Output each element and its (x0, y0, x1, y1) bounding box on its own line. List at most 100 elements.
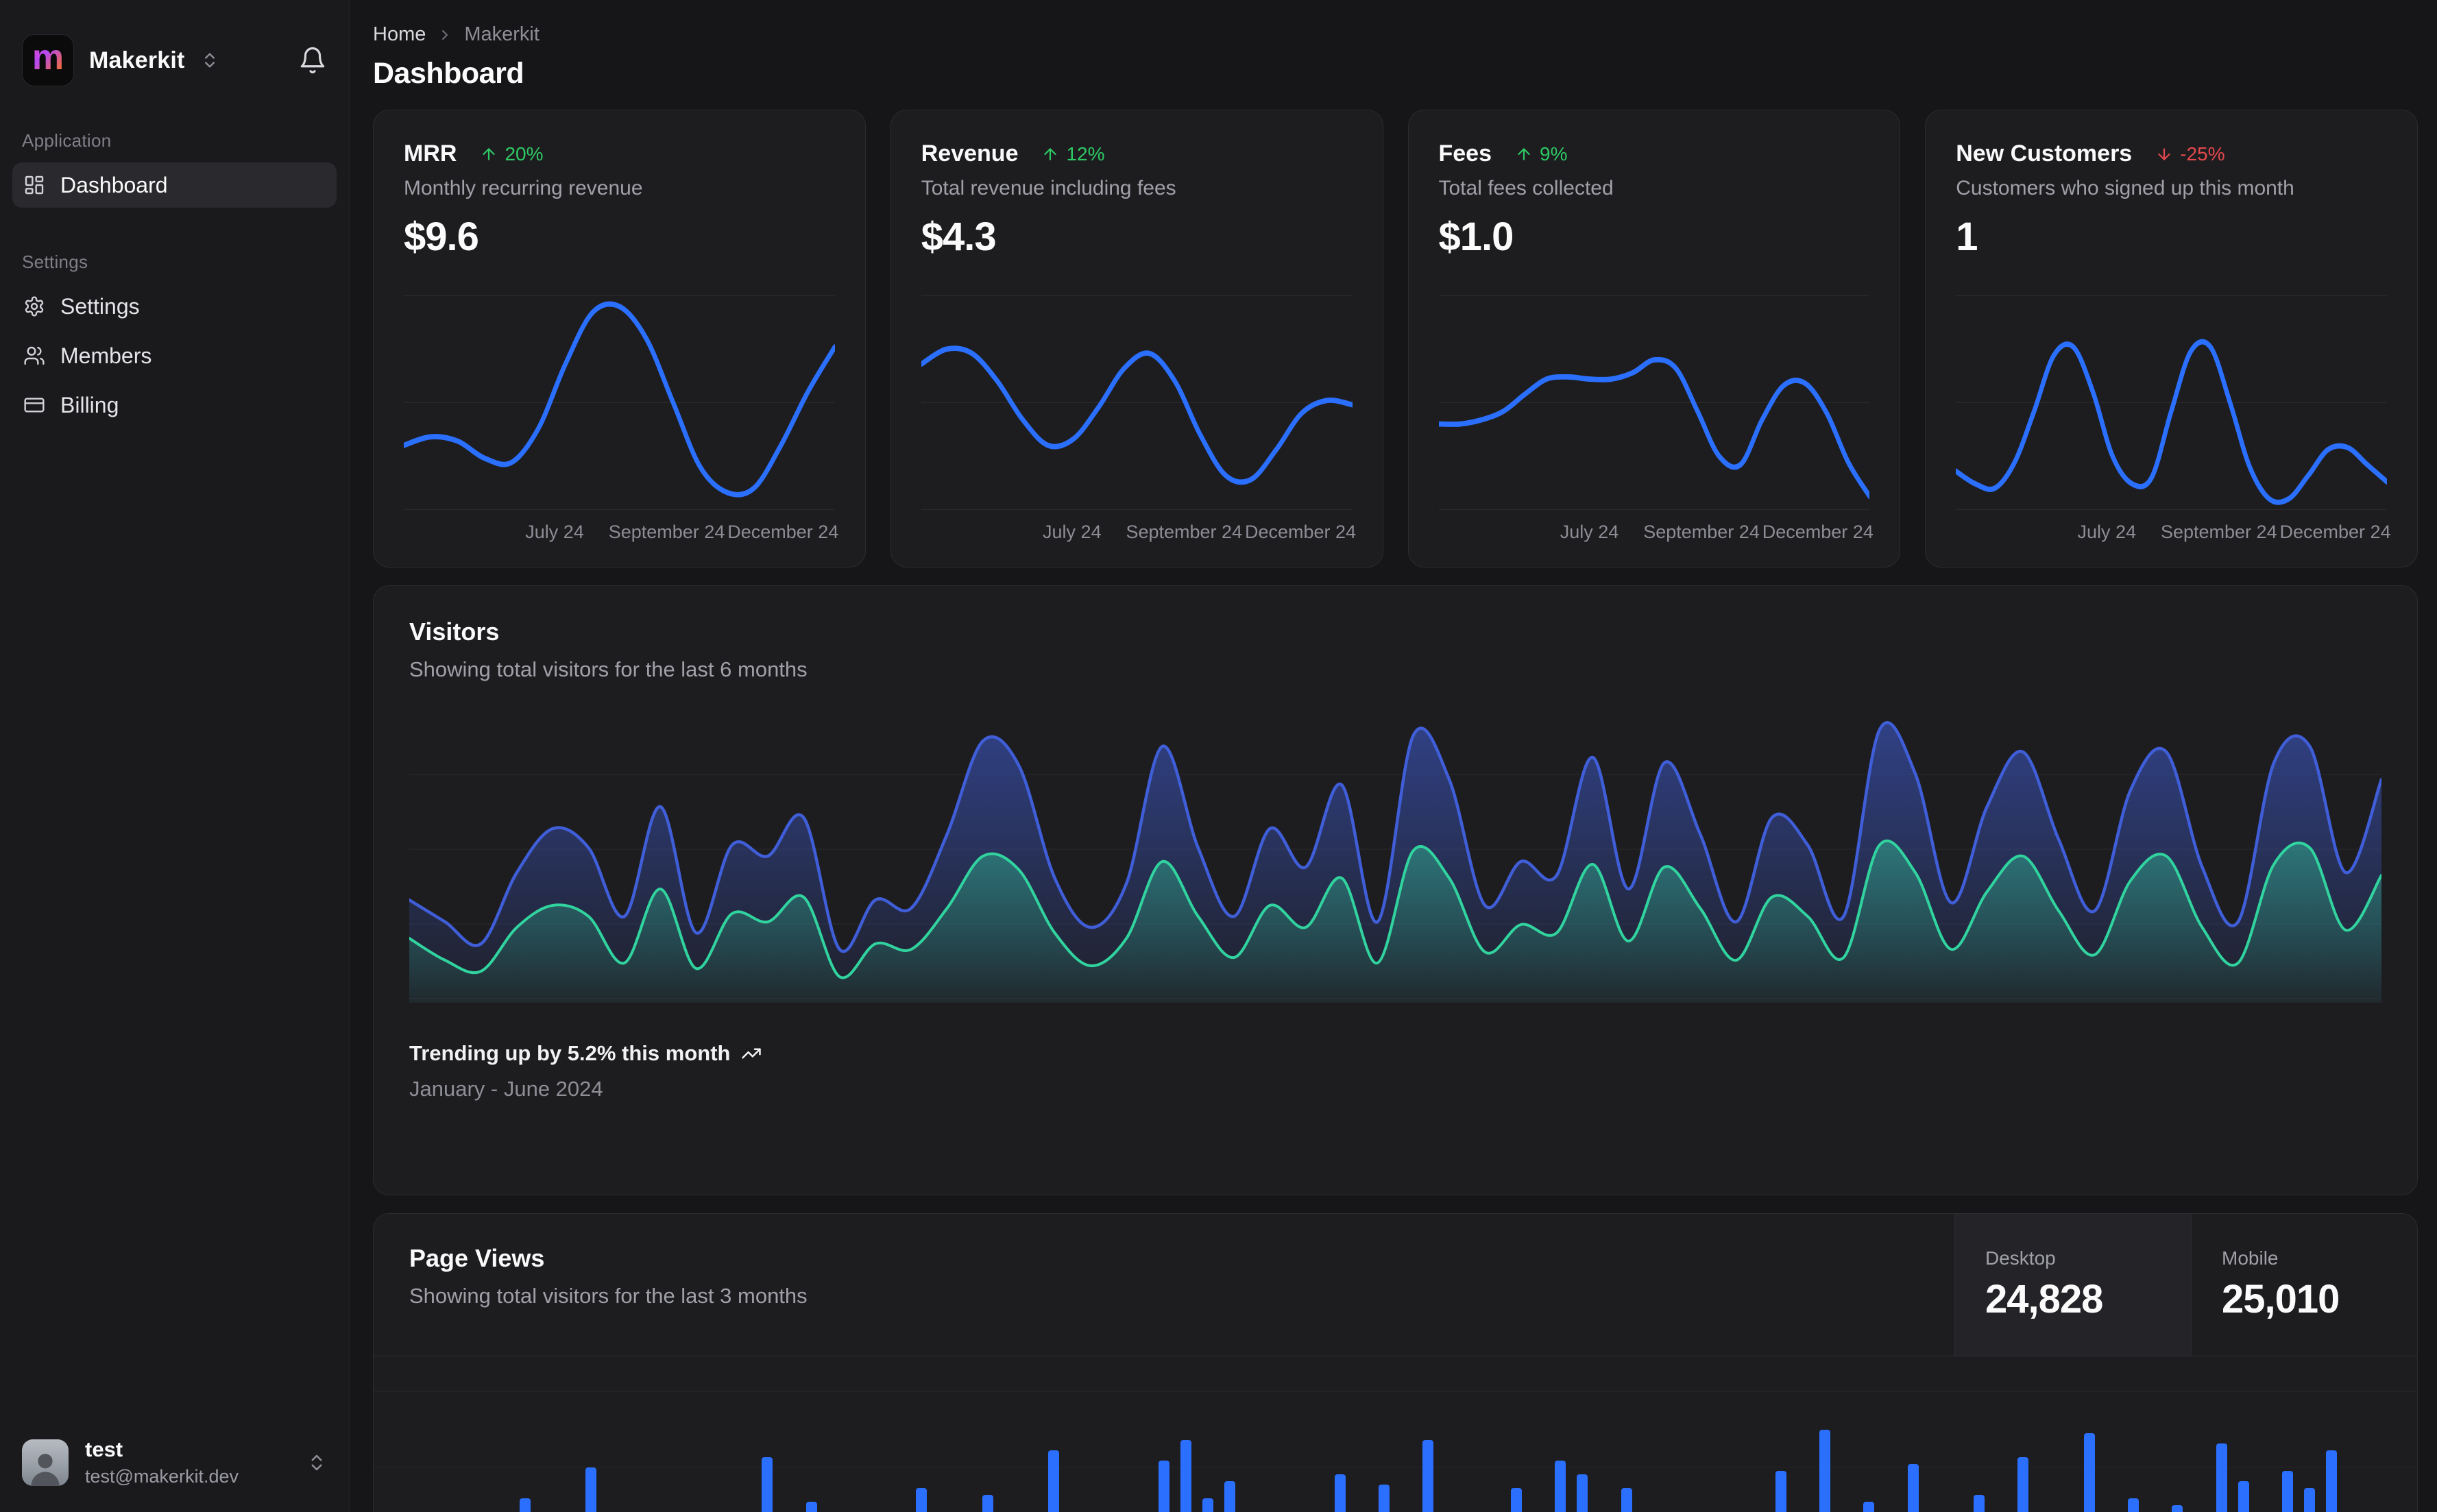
page-views-subtitle: Showing total visitors for the last 3 mo… (409, 1284, 808, 1308)
toggle-label: Mobile (2222, 1247, 2279, 1269)
arrow-up-icon (483, 147, 496, 160)
notifications-bell-button[interactable] (294, 42, 331, 79)
bar (1973, 1495, 1985, 1512)
x-tick: September 24 (1126, 522, 1243, 542)
stat-subtitle: Total revenue including fees (921, 177, 1176, 199)
visitors-subtitle: Showing total visitors for the last 6 mo… (409, 657, 808, 681)
breadcrumb-home[interactable]: Home (373, 23, 426, 46)
visitors-title: Visitors (409, 618, 500, 646)
toggle-value: 24,828 (1985, 1277, 2103, 1321)
pageviews-toggle-mobile[interactable]: Mobile 25,010 (2191, 1214, 2417, 1356)
bar (1577, 1474, 1588, 1512)
bar (2304, 1488, 2316, 1512)
bar (1863, 1502, 1875, 1512)
sparkline-wrap (1956, 278, 2387, 516)
bar (2127, 1498, 2139, 1512)
stat-title: Fees (1438, 141, 1492, 167)
user-email: test@makerkit.dev (85, 1466, 239, 1487)
stat-card-fees: Fees 9% Total fees collected $1.0 July 2… (1407, 110, 1901, 568)
sparkline-x-axis: July 24 September 24 December 24 (404, 522, 839, 546)
x-tick: September 24 (1643, 522, 1760, 542)
bar (2281, 1471, 2293, 1512)
stat-value: $1.0 (1438, 215, 1514, 259)
trend-badge: 20% (480, 143, 543, 165)
pageviews-bar-chart (374, 1365, 2417, 1512)
stat-title: MRR (404, 141, 457, 167)
chevrons-up-down-icon (204, 53, 215, 68)
bar (2238, 1481, 2249, 1512)
sidebar: m Makerkit Application Dashboard Setting… (0, 0, 350, 1512)
stat-cards-row: MRR 20% Monthly recurring revenue $9.6 J… (373, 110, 2418, 568)
sidebar-item-settings[interactable]: Settings (12, 284, 337, 329)
bar (982, 1495, 993, 1512)
x-tick: December 24 (727, 522, 839, 542)
toggle-label: Desktop (1985, 1247, 2056, 1269)
trend-badge: 9% (1515, 143, 1567, 165)
breadcrumb-makerkit[interactable]: Makerkit (464, 23, 539, 46)
page-views-title: Page Views (409, 1244, 545, 1272)
stat-subtitle: Customers who signed up this month (1956, 177, 2294, 199)
trending-up-icon (742, 1048, 762, 1059)
bar (1555, 1461, 1566, 1512)
sparkline-wrap (921, 278, 1353, 516)
x-tick: September 24 (2160, 522, 2277, 542)
visitors-trend-text: Trending up by 5.2% this month (409, 1041, 731, 1065)
workspace-name: Makerkit (89, 47, 185, 73)
pageviews-toggle-desktop[interactable]: Desktop 24,828 (1954, 1214, 2191, 1356)
bar (2216, 1443, 2227, 1512)
stat-value: $4.3 (921, 215, 997, 259)
stat-value: 1 (1956, 215, 1978, 259)
bar (1224, 1481, 1236, 1512)
bar (2083, 1433, 2095, 1512)
sidebar-item-label: Members (60, 343, 152, 368)
bar (805, 1502, 817, 1512)
workspace-selector[interactable]: m Makerkit (22, 34, 219, 86)
new-customers-sparkline-chart (1956, 295, 2387, 510)
x-tick: December 24 (2279, 522, 2391, 542)
bar (762, 1457, 773, 1512)
user-name: test (85, 1437, 123, 1461)
main-content: Home Makerkit Dashboard MRR 20% Monthly … (350, 0, 2437, 1512)
stat-title: Revenue (921, 141, 1019, 167)
arrow-up-icon (1044, 147, 1057, 160)
bar (1202, 1498, 1214, 1512)
bar (1158, 1461, 1169, 1512)
layout-dashboard-icon (23, 174, 45, 196)
stat-card-mrr: MRR 20% Monthly recurring revenue $9.6 J… (373, 110, 866, 568)
sidebar-item-billing[interactable]: Billing (12, 382, 337, 428)
page-views-card: Page Views Showing total visitors for th… (373, 1213, 2418, 1512)
bar (1180, 1440, 1191, 1512)
sidebar-item-dashboard[interactable]: Dashboard (12, 162, 337, 208)
trend-value: -25% (2180, 143, 2225, 164)
nav-section-application: Application Dashboard (12, 130, 337, 212)
revenue-sparkline-chart (921, 295, 1353, 510)
user-menu[interactable]: test test@makerkit.dev (12, 1430, 337, 1491)
trend-badge: 12% (1041, 143, 1105, 165)
sparkline-x-axis: July 24 September 24 December 24 (1956, 522, 2391, 546)
chevrons-up-down-icon (311, 1454, 322, 1470)
sidebar-item-members[interactable]: Members (12, 333, 337, 378)
visitors-area-chart (409, 721, 2381, 1003)
makerkit-logo-letter: m (32, 38, 64, 77)
stat-card-new-customers: New Customers -25% Customers who signed … (1925, 110, 2418, 568)
sparkline-wrap (1438, 278, 1870, 516)
bar (585, 1467, 597, 1512)
arrow-up-icon (1518, 147, 1530, 160)
stat-title: New Customers (1956, 141, 2133, 167)
x-tick: July 24 (2077, 522, 2137, 542)
visitors-card: Visitors Showing total visitors for the … (373, 585, 2418, 1195)
bar (1379, 1485, 1390, 1512)
toggle-value: 25,010 (2222, 1277, 2340, 1321)
stat-subtitle: Monthly recurring revenue (404, 177, 643, 199)
sidebar-item-label: Dashboard (60, 172, 168, 197)
trend-badge: -25% (2155, 143, 2225, 165)
mrr-sparkline-chart (404, 295, 835, 510)
bell-icon (300, 47, 325, 74)
makerkit-logo: m (22, 34, 74, 86)
bar (1422, 1440, 1434, 1512)
x-tick: July 24 (525, 522, 584, 542)
trend-value: 20% (505, 143, 544, 164)
page-views-header: Page Views Showing total visitors for th… (374, 1214, 2417, 1356)
sidebar-item-label: Billing (60, 392, 119, 417)
bar (1819, 1430, 1830, 1512)
